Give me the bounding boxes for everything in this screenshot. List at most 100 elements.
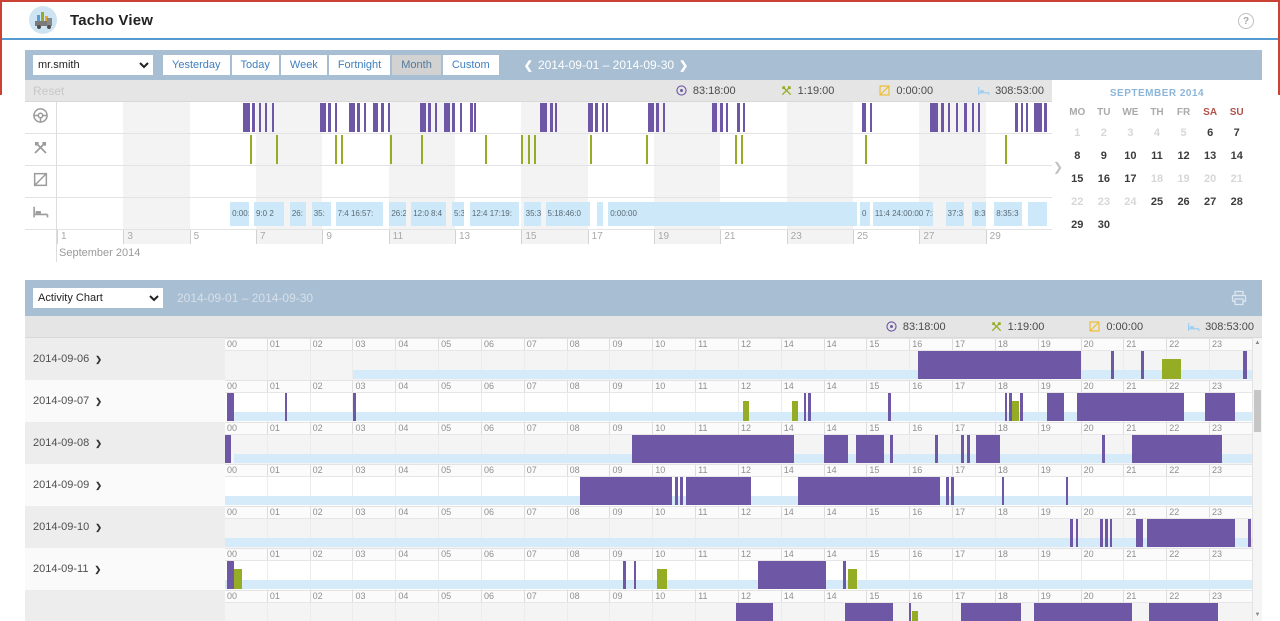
vertical-scrollbar[interactable]: ▲ ▼ (1252, 338, 1262, 621)
driver-select[interactable]: mr.smith (33, 55, 153, 75)
drive-bar (470, 103, 473, 132)
activity-row-label-2014-09-06[interactable]: 2014-09-06❯ (25, 338, 225, 380)
hour-label: 05 (438, 507, 481, 518)
hour-gridline (524, 603, 567, 621)
drive-bar (726, 103, 728, 132)
calendar-day-2[interactable]: 2 (1091, 122, 1118, 145)
hour-label: 18 (995, 339, 1038, 350)
calendar-day-5[interactable]: 5 (1170, 122, 1197, 145)
calendar-day-4[interactable]: 4 (1144, 122, 1171, 145)
calendar-day-29[interactable]: 29 (1064, 214, 1091, 237)
calendar-day-25[interactable]: 25 (1144, 191, 1171, 214)
calendar-day-19[interactable]: 19 (1170, 168, 1197, 191)
drive-segment (1077, 393, 1184, 421)
drive-segment (824, 435, 848, 463)
month-axis-label: 27 (919, 230, 934, 244)
calendar-day-15[interactable]: 15 (1064, 168, 1091, 191)
activity-row: 2014-09-07❯00010203040506070809101112141… (25, 380, 1252, 422)
calendar-day-8[interactable]: 8 (1064, 145, 1091, 168)
drive-segment (580, 477, 672, 505)
hour-label: 02 (310, 381, 353, 392)
drive-segment (845, 603, 892, 621)
activity-row-label-2014-09-09[interactable]: 2014-09-09❯ (25, 464, 225, 506)
calendar-day-1[interactable]: 1 (1064, 122, 1091, 145)
hour-ruler: 0001020304050607080910111214141516171819… (225, 548, 1252, 561)
range-button-week[interactable]: Week (281, 55, 327, 75)
calendar-day-9[interactable]: 9 (1091, 145, 1118, 168)
calendar-day-14[interactable]: 14 (1223, 145, 1250, 168)
calendar-day-13[interactable]: 13 (1197, 145, 1224, 168)
range-button-yesterday[interactable]: Yesterday (163, 55, 230, 75)
calendar-day-22[interactable]: 22 (1064, 191, 1091, 214)
summary-rest: 308:53:00 (977, 84, 1044, 97)
next-date-icon[interactable]: ❯ (674, 59, 693, 72)
hour-gridline (225, 351, 267, 380)
hour-label: 20 (1081, 549, 1124, 560)
hour-label: 18 (995, 507, 1038, 518)
calendar-day-27[interactable]: 27 (1197, 191, 1224, 214)
calendar-day-11[interactable]: 11 (1144, 145, 1171, 168)
calendar-day-10[interactable]: 10 (1117, 145, 1144, 168)
drive-segment (935, 435, 938, 463)
scroll-up-icon[interactable]: ▲ (1253, 340, 1262, 346)
drive-segment (1248, 519, 1251, 547)
calendar-day-3[interactable]: 3 (1117, 122, 1144, 145)
calendar-day-7[interactable]: 7 (1223, 122, 1250, 145)
work-icon (780, 84, 793, 97)
activity-row-label-2014-09-07[interactable]: 2014-09-07❯ (25, 380, 225, 422)
drive-bar (428, 103, 431, 132)
calendar-expander-icon[interactable]: ❯ (1053, 160, 1063, 174)
calendar-day-21[interactable]: 21 (1223, 168, 1250, 191)
activity-row-label-2014-09-11[interactable]: 2014-09-11❯ (25, 548, 225, 590)
hour-gridline (652, 603, 695, 621)
calendar-day-6[interactable]: 6 (1197, 122, 1224, 145)
month-chart: 0:00:9:0 226:35:7:4 16:57:26:212:0 8:45:… (25, 102, 1052, 262)
availability-icon (32, 171, 49, 193)
drive-segment (909, 603, 912, 621)
calendar-day-28[interactable]: 28 (1223, 191, 1250, 214)
calendar-day-18[interactable]: 18 (1144, 168, 1171, 191)
drive-bar (364, 103, 366, 132)
month-row-rest: 0:00:9:0 226:35:7:4 16:57:26:212:0 8:45:… (57, 198, 1052, 230)
drive-segment (736, 603, 772, 621)
prev-date-icon[interactable]: ❮ (519, 59, 538, 72)
hour-label: 01 (267, 465, 310, 476)
hour-label: 17 (952, 381, 995, 392)
rest-block: 26: (290, 202, 306, 226)
range-button-month[interactable]: Month (392, 55, 441, 75)
chart-type-select[interactable]: Activity Chart (33, 288, 163, 308)
hour-label: 10 (652, 507, 695, 518)
hour-label: 11 (695, 507, 738, 518)
summary-drive: 83:18:00 (675, 84, 736, 97)
hour-label: 14 (781, 507, 824, 518)
calendar-weekday-fr: FR (1170, 104, 1197, 122)
activity-row-label-2014-09-08[interactable]: 2014-09-08❯ (25, 422, 225, 464)
calendar-day-26[interactable]: 26 (1170, 191, 1197, 214)
drive-bar (550, 103, 553, 132)
help-icon[interactable]: ? (1238, 13, 1254, 29)
calendar-day-16[interactable]: 16 (1091, 168, 1118, 191)
rest-block: 7:4 16:57: (336, 202, 384, 226)
calendar-day-12[interactable]: 12 (1170, 145, 1197, 168)
scroll-down-icon[interactable]: ▼ (1253, 612, 1262, 618)
chevron-right-icon: ❯ (95, 481, 102, 490)
hour-label: 14 (824, 465, 867, 476)
calendar-day-23[interactable]: 23 (1091, 191, 1118, 214)
range-button-fortnight[interactable]: Fortnight (329, 55, 390, 75)
drive-bar (420, 103, 426, 132)
range-button-custom[interactable]: Custom (443, 55, 499, 75)
calendar-day-24[interactable]: 24 (1117, 191, 1144, 214)
hour-label: 15 (866, 591, 909, 602)
calendar-weekday-su: SU (1223, 104, 1250, 122)
calendar-day-17[interactable]: 17 (1117, 168, 1144, 191)
hour-gridline (781, 603, 824, 621)
calendar-day-20[interactable]: 20 (1197, 168, 1224, 191)
scrollbar-thumb[interactable] (1254, 390, 1261, 432)
calendar-day-30[interactable]: 30 (1091, 214, 1118, 237)
print-icon[interactable] (1230, 289, 1248, 307)
range-button-today[interactable]: Today (232, 55, 279, 75)
hour-label: 14 (824, 381, 867, 392)
reset-button[interactable]: Reset (33, 84, 64, 98)
calendar-day-empty (1223, 214, 1250, 237)
activity-row-label-2014-09-10[interactable]: 2014-09-10❯ (25, 506, 225, 548)
